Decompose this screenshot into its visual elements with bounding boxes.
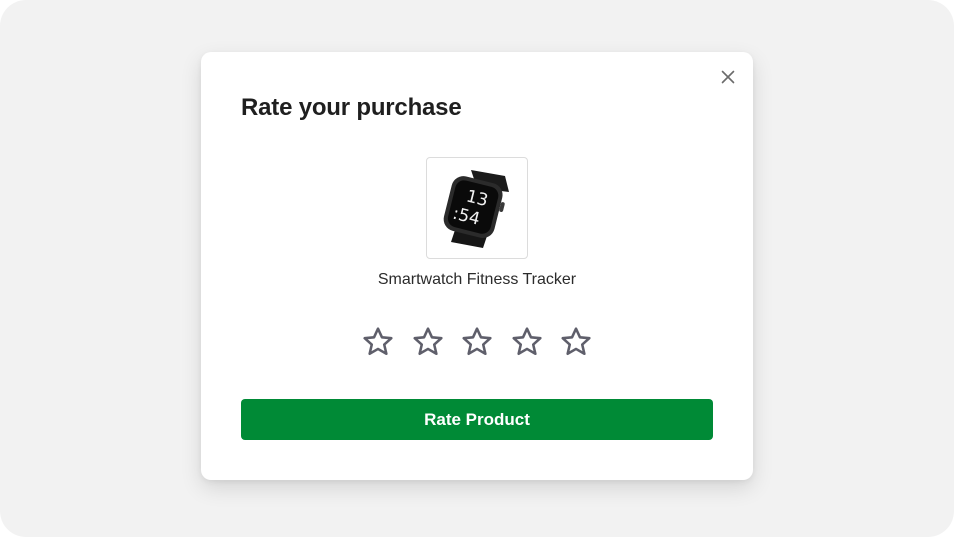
- close-button[interactable]: [717, 66, 739, 88]
- modal-title: Rate your purchase: [241, 94, 462, 121]
- close-icon: [721, 70, 735, 84]
- product-name: Smartwatch Fitness Tracker: [377, 271, 577, 288]
- star-button-1[interactable]: [361, 325, 395, 359]
- star-outline-icon: [511, 327, 542, 356]
- star-outline-icon: [412, 327, 443, 356]
- star-outline-icon: [561, 327, 591, 356]
- star-button-2[interactable]: [411, 325, 445, 359]
- star-outline-icon: [363, 327, 393, 356]
- star-button-3[interactable]: [460, 325, 494, 359]
- rate-purchase-modal: Rate your purchase 13 :54 Smartwatch Fit…: [201, 52, 753, 480]
- star-button-5[interactable]: [559, 325, 593, 359]
- smartwatch-image: 13 :54: [443, 170, 509, 248]
- product-image: 13 :54: [426, 157, 528, 259]
- star-outline-icon: [462, 327, 492, 356]
- rate-product-button[interactable]: Rate Product: [241, 399, 713, 440]
- star-rating: [361, 325, 593, 359]
- page-backdrop: Rate your purchase 13 :54 Smartwatch Fit…: [0, 0, 954, 537]
- star-button-4[interactable]: [510, 325, 544, 359]
